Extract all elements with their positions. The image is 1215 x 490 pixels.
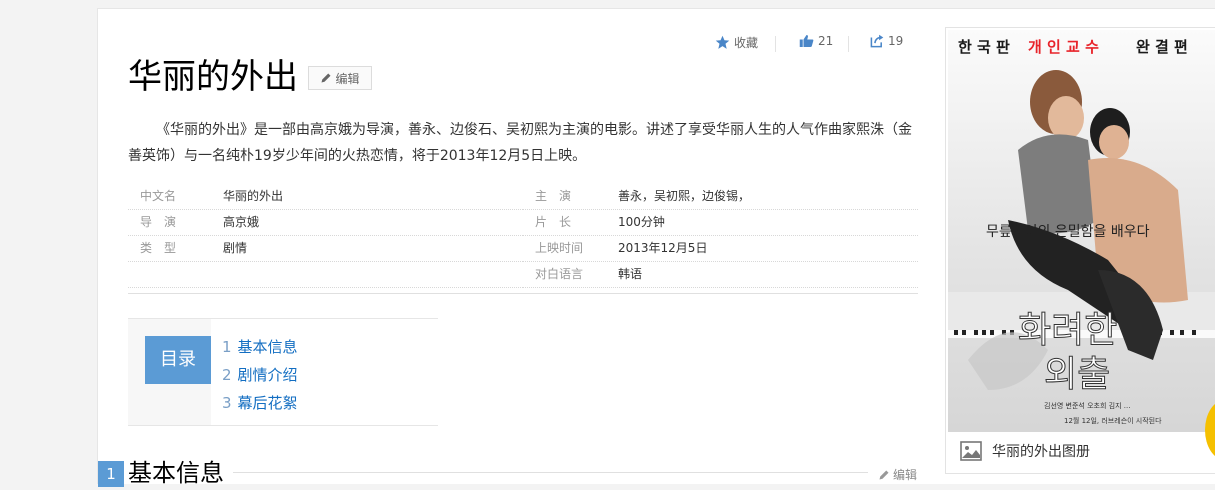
table-of-contents: 目录 1 基本信息 2 剧情介绍 3 幕后花絮 (128, 318, 438, 426)
section-divider (233, 472, 868, 473)
share-count: 19 (888, 34, 904, 48)
toc-number: 1 (222, 338, 232, 356)
info-row: 对白语言 韩语 (523, 261, 918, 288)
poster-top-text-a: 한 국 판 (958, 38, 1010, 56)
share-icon (870, 34, 884, 48)
info-value: 韩语 (618, 267, 643, 281)
section-edit-button[interactable]: 编辑 (878, 466, 917, 483)
toc-badge: 目录 (145, 336, 211, 384)
info-row: 主 演 善永，吴初熙，边俊锡， (523, 183, 918, 210)
toc-side-panel: 目录 (128, 319, 211, 425)
info-row: 导 演 高京娥 (128, 209, 523, 236)
like-button[interactable]: 21 (799, 34, 833, 48)
info-label: 类 型 (140, 241, 177, 255)
toc-link-basic-info[interactable]: 1 基本信息 (222, 336, 298, 357)
toc-number: 3 (222, 394, 232, 412)
poster-top-text-c: 완 결 편 (1136, 38, 1188, 56)
toc-number: 2 (222, 366, 232, 384)
info-row-empty (128, 261, 523, 288)
poster-tagline: 무릎사이의 은밀함을 배우다 (986, 224, 1150, 240)
poster-title-line2: 외출 (1044, 354, 1110, 395)
toc-label: 幕后花絮 (237, 394, 298, 412)
info-row: 中文名 华丽的外出 (128, 183, 523, 210)
info-label: 主 演 (535, 189, 572, 203)
section-edit-label: 编辑 (893, 468, 918, 482)
info-row: 类 型 剧情 (128, 235, 523, 262)
toc-label: 剧情介绍 (237, 366, 298, 384)
pencil-icon (321, 73, 331, 83)
info-value: 华丽的外出 (223, 189, 284, 203)
toolbar-divider (775, 36, 776, 52)
like-count: 21 (818, 34, 834, 48)
edit-label: 编辑 (335, 71, 360, 86)
info-value: 2013年12月5日 (618, 241, 708, 255)
pencil-icon (879, 470, 889, 479)
toc-link-plot[interactable]: 2 剧情介绍 (222, 364, 298, 385)
info-label: 导 演 (140, 215, 177, 229)
favorite-button[interactable]: 收藏 (715, 34, 758, 51)
poster-credits: 김선영 변준석 오초희 김지 ... (1044, 401, 1130, 410)
poster-title-line1: 화려한 (1018, 310, 1117, 351)
poster-release: 12월 12일, 러브레슨이 시작된다 (1064, 416, 1162, 425)
info-label: 片 长 (535, 215, 572, 229)
info-row: 上映时间 2013年12月5日 (523, 235, 918, 262)
info-value: 剧情 (223, 241, 248, 255)
sidebar-album-card: 한 국 판 개 인 교 수 완 결 편 무릎사이의 은밀함을 배우다 화려한 외… (945, 27, 1215, 474)
toc-link-behind-scenes[interactable]: 3 幕后花絮 (222, 392, 298, 413)
toc-label: 基本信息 (237, 338, 298, 356)
info-value: 善永，吴初熙，边俊锡， (618, 189, 751, 203)
favorite-label: 收藏 (734, 36, 759, 50)
album-label: 华丽的外出图册 (992, 444, 1090, 460)
movie-poster[interactable]: 한 국 판 개 인 교 수 완 결 편 무릎사이의 은밀함을 배우다 화려한 외… (948, 30, 1215, 432)
info-label: 中文名 (140, 189, 177, 203)
image-gallery-icon (960, 441, 982, 461)
info-label: 上映时间 (535, 241, 584, 255)
page-title: 华丽的外出 (128, 57, 298, 97)
album-link[interactable]: 华丽的外出图册 (960, 441, 1090, 461)
info-value: 100分钟 (618, 215, 665, 229)
share-button[interactable]: 19 (870, 34, 903, 48)
star-icon (715, 35, 730, 49)
info-label: 对白语言 (535, 267, 584, 281)
section-number-badge: 1 (98, 461, 124, 487)
thumbs-up-icon (799, 35, 814, 47)
toolbar-divider (848, 36, 849, 52)
info-table-divider (128, 293, 918, 294)
edit-button[interactable]: 编辑 (308, 66, 372, 90)
poster-image: 한 국 판 개 인 교 수 완 결 편 무릎사이의 은밀함을 배우다 화려한 외… (948, 30, 1215, 432)
section-title: 基本信息 (128, 459, 224, 487)
poster-top-text-b: 개 인 교 수 (1028, 38, 1099, 56)
info-row: 片 长 100分钟 (523, 209, 918, 236)
summary-paragraph: 《华丽的外出》是一部由高京娥为导演，善永、边俊石、吴初熙为主演的电影。讲述了享受… (128, 122, 912, 164)
info-value: 高京娥 (223, 215, 260, 229)
